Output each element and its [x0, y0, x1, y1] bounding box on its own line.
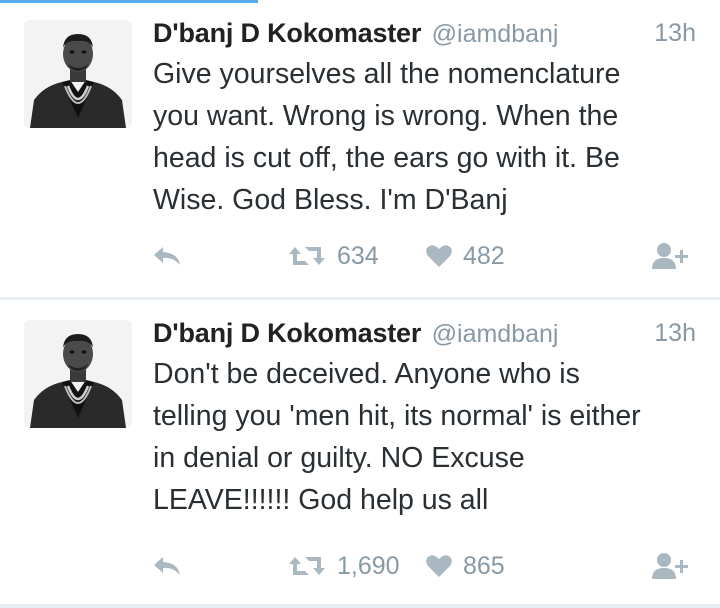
timestamp[interactable]: 13h — [654, 314, 696, 352]
display-name[interactable]: D'banj D Kokomaster — [153, 18, 421, 48]
retweet-button[interactable]: 634 — [287, 236, 379, 276]
avatar[interactable] — [24, 320, 132, 428]
reply-button[interactable] — [152, 546, 182, 586]
tweet-text: Don't be deceived. Anyone who is telling… — [153, 358, 641, 516]
retweet-count: 1,690 — [337, 552, 400, 580]
tweet-actions: 634 482 — [0, 236, 720, 276]
tweet-content: D'banj D Kokomaster @iamdbanj 13h Don't … — [153, 314, 708, 521]
like-button[interactable]: 865 — [425, 546, 505, 586]
display-name[interactable]: D'banj D Kokomaster — [153, 318, 421, 348]
retweet-button[interactable]: 1,690 — [287, 546, 400, 586]
avatar[interactable] — [24, 20, 132, 128]
follow-icon — [652, 551, 692, 581]
heart-icon — [425, 554, 453, 578]
tweet[interactable]: D'banj D Kokomaster @iamdbanj 13h Give y… — [0, 0, 720, 300]
tweet-header: D'banj D Kokomaster @iamdbanj 13h — [153, 14, 708, 52]
like-button[interactable]: 482 — [425, 236, 505, 276]
user-handle[interactable]: @iamdbanj — [432, 20, 559, 48]
timeline: D'banj D Kokomaster @iamdbanj 13h Give y… — [0, 0, 720, 608]
user-handle[interactable]: @iamdbanj — [432, 320, 559, 348]
reply-button[interactable] — [152, 236, 182, 276]
like-count: 865 — [463, 552, 505, 580]
tweet[interactable]: D'banj D Kokomaster @iamdbanj 13h Don't … — [0, 300, 720, 608]
retweet-icon — [287, 554, 327, 578]
tweet-header: D'banj D Kokomaster @iamdbanj 13h — [153, 314, 708, 352]
like-count: 482 — [463, 242, 505, 270]
heart-icon — [425, 244, 453, 268]
tweet-content: D'banj D Kokomaster @iamdbanj 13h Give y… — [153, 14, 708, 221]
retweet-count: 634 — [337, 242, 379, 270]
follow-button[interactable] — [652, 546, 692, 586]
follow-button[interactable] — [652, 236, 692, 276]
follow-icon — [652, 241, 692, 271]
tweet-actions: 1,690 865 — [0, 546, 720, 586]
reply-icon — [152, 245, 182, 267]
divider — [0, 604, 720, 608]
timestamp[interactable]: 13h — [654, 14, 696, 52]
reply-icon — [152, 555, 182, 577]
tweet-text: Give yourselves all the nomenclature you… — [153, 58, 621, 216]
retweet-icon — [287, 244, 327, 268]
